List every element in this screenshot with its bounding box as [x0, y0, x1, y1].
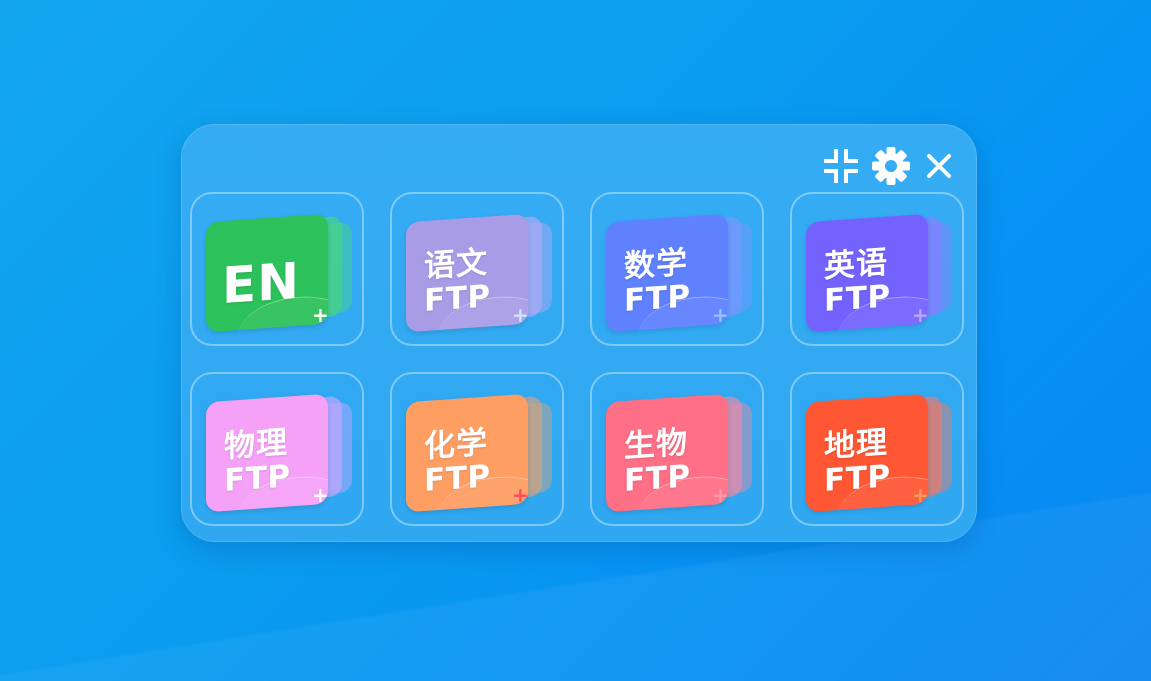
subject-tile-biology[interactable]: 生物 FTP + — [590, 372, 764, 526]
subject-subtitle: FTP — [424, 278, 491, 320]
subject-subtitle: FTP — [824, 458, 891, 500]
card-front-layer: 语文 FTP — [406, 213, 528, 333]
subject-card-icon: 化学 FTP + — [404, 392, 554, 513]
plus-icon: + — [512, 483, 529, 507]
card-front-layer: 物理 FTP — [206, 393, 328, 513]
subject-subtitle: FTP — [824, 278, 891, 320]
subject-card-icon: 物理 FTP + — [204, 392, 354, 513]
collapse-button[interactable] — [821, 146, 861, 186]
card-front-layer: 生物 FTP — [606, 393, 728, 513]
subject-card-icon: 地理 FTP + — [804, 392, 954, 513]
plus-icon: + — [312, 303, 329, 327]
card-front-layer: 化学 FTP — [406, 393, 528, 513]
subject-tile-geography[interactable]: 地理 FTP + — [790, 372, 964, 526]
subject-subtitle: FTP — [624, 458, 691, 500]
plus-icon: + — [712, 303, 729, 327]
subject-card-icon: 英语 FTP + — [804, 212, 954, 333]
subject-card-icon: 语文 FTP + — [404, 212, 554, 333]
plus-icon: + — [912, 483, 929, 507]
subject-subtitle: FTP — [224, 458, 291, 500]
subject-tile-english[interactable]: 英语 FTP + — [790, 192, 964, 346]
subject-tile-physics[interactable]: 物理 FTP + — [190, 372, 364, 526]
plus-icon: + — [712, 483, 729, 507]
plus-icon: + — [312, 483, 329, 507]
plus-icon: + — [912, 303, 929, 327]
plus-icon: + — [512, 303, 529, 327]
card-front-layer: EN — [206, 213, 328, 333]
collapse-icon — [824, 149, 858, 183]
settings-button[interactable] — [871, 146, 911, 186]
close-button[interactable] — [919, 146, 959, 186]
card-front-layer: 地理 FTP — [806, 393, 928, 513]
subject-card-icon: 生物 FTP + — [604, 392, 754, 513]
card-front-layer: 数学 FTP — [606, 213, 728, 333]
gear-icon — [872, 147, 910, 185]
subject-title: EN — [222, 251, 301, 316]
subject-launcher-panel: EN + 语文 FTP + 数学 FTP + 英语 FTP + 物理 FTP + 化学 FTP + 生物 FTP + 地… — [181, 124, 977, 542]
subject-card-icon: EN + — [204, 212, 354, 333]
subject-subtitle: FTP — [424, 458, 491, 500]
subject-tile-chemistry[interactable]: 化学 FTP + — [390, 372, 564, 526]
subject-tile-en[interactable]: EN + — [190, 192, 364, 346]
subject-tile-math[interactable]: 数学 FTP + — [590, 192, 764, 346]
subject-subtitle: FTP — [624, 278, 691, 320]
close-icon — [927, 154, 951, 178]
subject-card-icon: 数学 FTP + — [604, 212, 754, 333]
subject-tile-chinese[interactable]: 语文 FTP + — [390, 192, 564, 346]
card-front-layer: 英语 FTP — [806, 213, 928, 333]
